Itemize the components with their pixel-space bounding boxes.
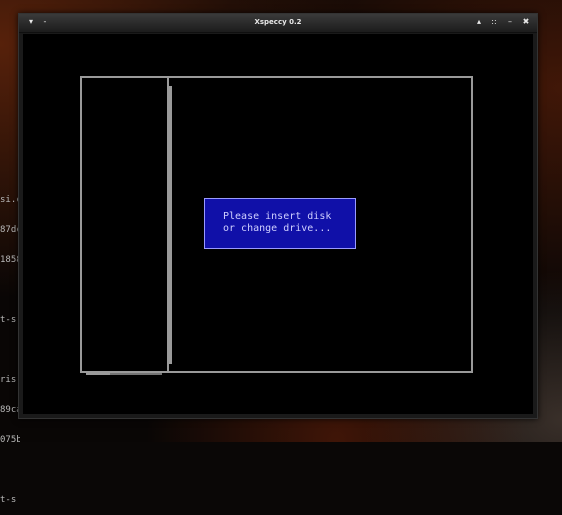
terminal-line: 89ca bbox=[0, 405, 20, 415]
shade-icon[interactable]: ▴ bbox=[473, 16, 485, 28]
maximize-icon[interactable]: :: bbox=[488, 16, 500, 28]
emulator-display[interactable]: Please insert disk or change drive... bbox=[23, 34, 533, 414]
insert-disk-message: Please insert disk or change drive... bbox=[204, 198, 356, 249]
terminal-line: t-s bbox=[0, 495, 17, 505]
message-line: or change drive... bbox=[223, 223, 332, 234]
terminal-line: si.c bbox=[0, 195, 20, 205]
horizontal-scroll-track[interactable] bbox=[110, 371, 162, 375]
message-line: Please insert disk bbox=[223, 211, 332, 222]
window-title: Xspeccy 0.2 bbox=[254, 18, 302, 26]
terminal-line: ris bbox=[0, 375, 17, 385]
window-titlebar[interactable]: ▾ - Xspeccy 0.2 ▴ :: – ✖ bbox=[19, 14, 537, 33]
terminal-line: t-s bbox=[0, 315, 17, 325]
vertical-scrollbar[interactable] bbox=[168, 86, 172, 364]
terminal-line: 075b bbox=[0, 435, 20, 445]
terminal-line: 1858 bbox=[0, 255, 20, 265]
terminal-line: 87dc bbox=[0, 225, 20, 235]
minimize-icon[interactable]: – bbox=[504, 16, 516, 28]
background-terminal-text: si.c 87dc 1858 t-s ris 89ca 075b t-s bbox=[0, 175, 20, 515]
xspeccy-window: ▾ - Xspeccy 0.2 ▴ :: – ✖ Please insert d… bbox=[18, 13, 538, 419]
close-icon[interactable]: ✖ bbox=[520, 16, 532, 28]
horizontal-scrollbar[interactable] bbox=[86, 372, 110, 375]
